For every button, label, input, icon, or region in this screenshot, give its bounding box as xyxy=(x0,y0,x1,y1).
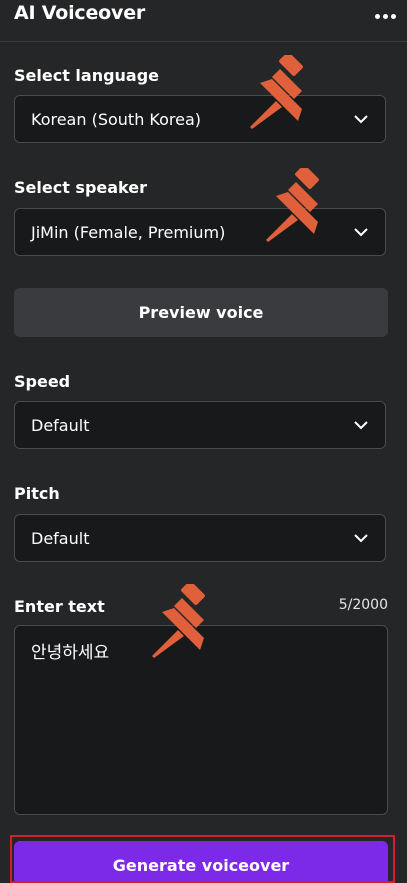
pushpin-icon xyxy=(152,584,205,658)
preview-voice-button[interactable]: Preview voice xyxy=(14,288,388,337)
header-divider xyxy=(0,41,407,42)
pitch-select[interactable]: Default xyxy=(14,514,386,562)
speaker-label: Select speaker xyxy=(14,178,147,197)
pitch-value: Default xyxy=(31,528,90,548)
speed-label: Speed xyxy=(14,372,71,391)
speaker-value: JiMin (Female, Premium) xyxy=(31,222,226,242)
panel-title: AI Voiceover xyxy=(14,2,146,24)
chevron-down-icon xyxy=(354,228,368,237)
pushpin-icon xyxy=(250,55,303,129)
highlight-frame xyxy=(10,835,395,883)
pushpin-icon xyxy=(266,168,319,242)
language-label: Select language xyxy=(14,66,160,85)
chevron-down-icon xyxy=(354,534,368,543)
speed-value: Default xyxy=(31,415,90,435)
chevron-down-icon xyxy=(354,421,368,430)
character-counter: 5/2000 xyxy=(338,597,388,613)
language-value: Korean (South Korea) xyxy=(31,109,202,129)
more-options-icon[interactable] xyxy=(375,6,401,26)
enter-text-label: Enter text xyxy=(14,597,105,616)
speed-select[interactable]: Default xyxy=(14,401,386,449)
language-select[interactable]: Korean (South Korea) xyxy=(14,95,386,143)
chevron-down-icon xyxy=(354,115,368,124)
pitch-label: Pitch xyxy=(14,484,60,503)
